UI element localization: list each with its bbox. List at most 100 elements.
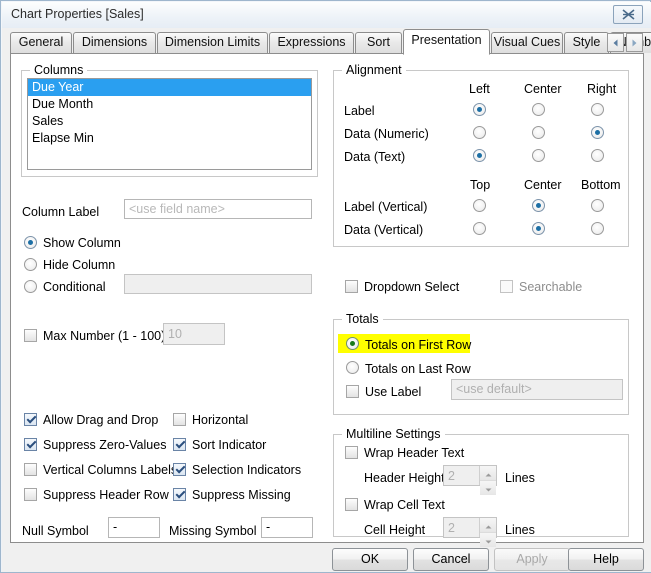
- list-item[interactable]: Sales: [28, 113, 311, 130]
- wrap-cell-text-checkbox[interactable]: [345, 498, 358, 511]
- close-icon: [621, 9, 635, 20]
- alignment-header-right: Right: [587, 82, 617, 96]
- cell-height-spin-buttons[interactable]: [479, 518, 496, 547]
- window-frame: Chart Properties [Sales] General Dimensi…: [0, 0, 651, 573]
- sort-indicator-checkbox[interactable]: [173, 438, 186, 451]
- apply-button: Apply: [494, 548, 570, 571]
- hide-column-label: Hide Column: [43, 258, 116, 272]
- triangle-right-icon: [631, 36, 638, 50]
- tab-sort[interactable]: Sort: [355, 32, 402, 53]
- header-height-increment-button[interactable]: [480, 466, 496, 481]
- suppress-missing-checkbox[interactable]: [173, 488, 186, 501]
- hide-column-radio[interactable]: [24, 258, 37, 271]
- header-height-label: Header Height: [364, 471, 445, 485]
- ok-button[interactable]: OK: [332, 548, 408, 571]
- cell-height-value: 2: [448, 520, 455, 535]
- alignment-label-right-radio[interactable]: [591, 103, 604, 116]
- cell-height-label: Cell Height: [364, 523, 426, 537]
- tab-style[interactable]: Style: [564, 32, 609, 53]
- tab-dimensions[interactable]: Dimensions: [73, 32, 156, 53]
- tab-scroll-right-button[interactable]: [626, 33, 643, 52]
- wrap-header-text-checkbox[interactable]: [345, 446, 358, 459]
- missing-symbol-input[interactable]: -: [261, 517, 313, 538]
- totals-on-first-row-label: Totals on First Row: [365, 338, 472, 352]
- suppress-header-row-label: Suppress Header Row: [43, 488, 169, 502]
- alignment-header-vcenter: Center: [524, 178, 562, 192]
- suppress-zero-values-checkbox[interactable]: [24, 438, 37, 451]
- totals-on-first-row-radio[interactable]: [346, 337, 359, 350]
- presentation-tab-page: Columns Due Year Due Month Sales Elapse …: [10, 53, 644, 547]
- chart-properties-dialog: Chart Properties [Sales] General Dimensi…: [0, 0, 651, 573]
- alignment-data-text-left-radio[interactable]: [473, 149, 486, 162]
- null-symbol-label: Null Symbol: [22, 524, 89, 538]
- column-label-input[interactable]: <use field name>: [124, 199, 312, 219]
- max-number-input[interactable]: 10: [163, 323, 225, 345]
- tab-dimension-limits[interactable]: Dimension Limits: [157, 32, 268, 53]
- cancel-button[interactable]: Cancel: [413, 548, 489, 571]
- help-button[interactable]: Help: [568, 548, 644, 571]
- selection-indicators-label: Selection Indicators: [192, 463, 302, 477]
- alignment-row-label-vertical-label: Label (Vertical): [344, 200, 428, 214]
- alignment-label-vertical-bottom-radio[interactable]: [591, 199, 604, 212]
- allow-drag-and-drop-checkbox[interactable]: [24, 413, 37, 426]
- suppress-missing-label: Suppress Missing: [192, 488, 291, 502]
- window-title: Chart Properties [Sales]: [11, 7, 144, 21]
- use-label-checkbox[interactable]: [346, 385, 359, 398]
- alignment-label-vertical-top-radio[interactable]: [473, 199, 486, 212]
- tab-general[interactable]: General: [10, 32, 72, 53]
- columns-listbox[interactable]: Due Year Due Month Sales Elapse Min: [27, 78, 312, 170]
- dialog-button-bar: OK Cancel Apply Help: [2, 544, 651, 572]
- alignment-data-numeric-left-radio[interactable]: [473, 126, 486, 139]
- alignment-header-center: Center: [524, 82, 562, 96]
- alignment-data-text-center-radio[interactable]: [532, 149, 545, 162]
- list-item[interactable]: Due Year: [28, 79, 311, 96]
- alignment-label-vertical-center-radio[interactable]: [532, 199, 545, 212]
- triangle-up-icon: [485, 466, 492, 480]
- alignment-data-vertical-bottom-radio[interactable]: [591, 222, 604, 235]
- multiline-settings-group-title: Multiline Settings: [342, 427, 445, 441]
- alignment-label-center-radio[interactable]: [532, 103, 545, 116]
- header-height-unit-label: Lines: [505, 471, 535, 485]
- vertical-columns-labels-label: Vertical Columns Labels: [43, 463, 178, 477]
- alignment-label-left-radio[interactable]: [473, 103, 486, 116]
- alignment-row-data-text-label: Data (Text): [344, 150, 406, 164]
- max-number-checkbox[interactable]: [24, 329, 37, 342]
- cell-height-unit-label: Lines: [505, 523, 535, 537]
- alignment-row-label-label: Label: [344, 104, 375, 118]
- alignment-data-text-right-radio[interactable]: [591, 149, 604, 162]
- show-column-radio[interactable]: [24, 236, 37, 249]
- vertical-columns-labels-checkbox[interactable]: [24, 463, 37, 476]
- alignment-data-numeric-right-radio[interactable]: [591, 126, 604, 139]
- conditional-radio[interactable]: [24, 280, 37, 293]
- header-height-decrement-button[interactable]: [480, 481, 496, 495]
- list-item[interactable]: Elapse Min: [28, 130, 311, 147]
- header-height-spin-buttons[interactable]: [479, 466, 496, 495]
- header-height-stepper[interactable]: 2: [443, 465, 497, 495]
- alignment-data-vertical-center-radio[interactable]: [532, 222, 545, 235]
- alignment-data-vertical-top-radio[interactable]: [473, 222, 486, 235]
- searchable-checkbox: [500, 280, 513, 293]
- title-bar: Chart Properties [Sales]: [2, 2, 651, 28]
- tab-scroll-left-button[interactable]: [607, 33, 624, 52]
- cell-height-stepper[interactable]: 2: [443, 517, 497, 547]
- suppress-header-row-checkbox[interactable]: [24, 488, 37, 501]
- use-label-input[interactable]: <use default>: [451, 379, 623, 400]
- conditional-input[interactable]: [124, 274, 312, 294]
- cell-height-increment-button[interactable]: [480, 518, 496, 533]
- dropdown-select-checkbox[interactable]: [345, 280, 358, 293]
- tab-presentation[interactable]: Presentation: [403, 29, 490, 55]
- totals-on-last-row-radio[interactable]: [346, 361, 359, 374]
- wrap-header-text-label: Wrap Header Text: [364, 446, 465, 460]
- triangle-up-icon: [485, 518, 492, 532]
- alignment-data-numeric-center-radio[interactable]: [532, 126, 545, 139]
- alignment-header-top: Top: [470, 178, 491, 192]
- null-symbol-input[interactable]: -: [108, 517, 160, 538]
- tab-expressions[interactable]: Expressions: [269, 32, 354, 53]
- selection-indicators-checkbox[interactable]: [173, 463, 186, 476]
- tab-visual-cues[interactable]: Visual Cues: [491, 32, 563, 53]
- close-button[interactable]: [613, 5, 643, 24]
- columns-group-title: Columns: [30, 63, 88, 77]
- max-number-label: Max Number (1 - 100): [43, 329, 166, 343]
- list-item[interactable]: Due Month: [28, 96, 311, 113]
- horizontal-checkbox[interactable]: [173, 413, 186, 426]
